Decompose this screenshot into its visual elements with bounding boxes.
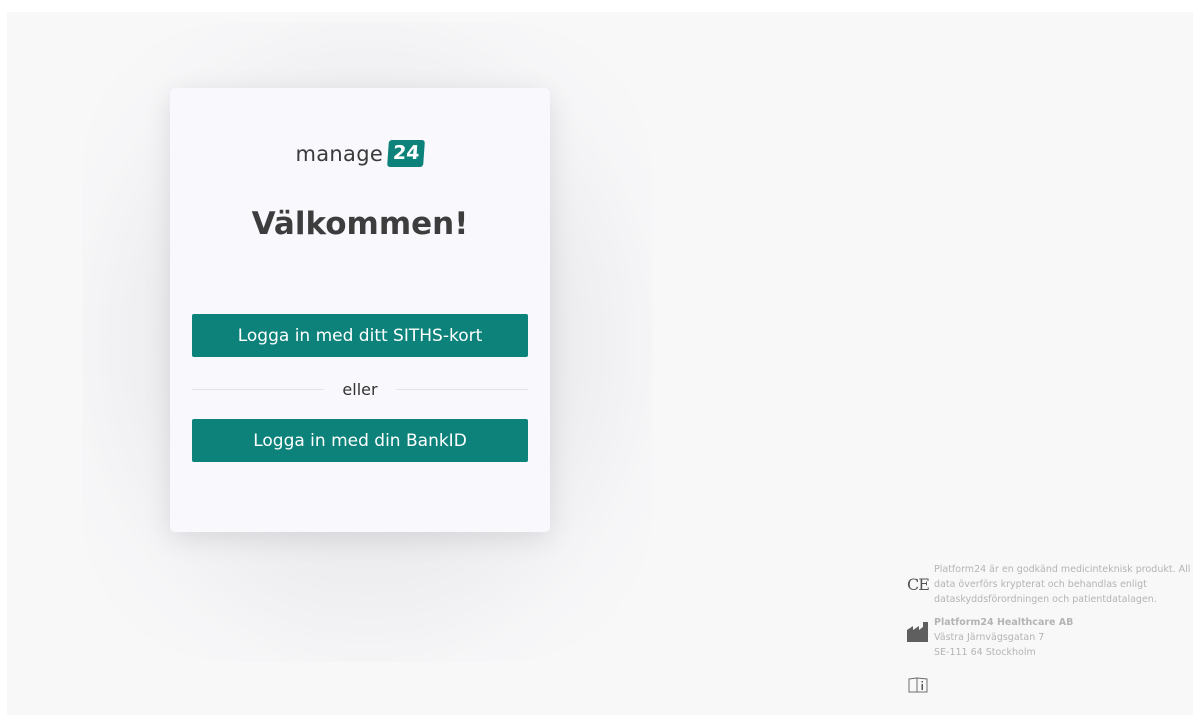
manufacturer-info: Platform24 Healthcare AB Västra Järnvägs… [902,615,1193,660]
street-address: Västra Järnvägsgatan 7 [934,632,1045,643]
manage24-logo: manage 24 [170,140,550,167]
divider-line-right [395,388,528,390]
divider-text: eller [342,379,378,399]
manufacturer-address: Platform24 Healthcare AB Västra Järnvägs… [934,615,1193,660]
page-title: Välkommen! [251,206,469,242]
siths-login-button[interactable]: Logga in med ditt SITHS-kort [192,314,528,357]
ce-text: Platform24 är en godkänd medicinteknisk … [934,564,1191,605]
logo-badge: 24 [387,140,426,167]
logo-text: manage [295,141,384,166]
bankid-login-button[interactable]: Logga in med din BankID [192,419,528,462]
instructions-info [902,668,1193,702]
login-page: manage 24 Välkommen! Logga in med ditt S… [0,0,1193,718]
login-card: manage 24 Välkommen! Logga in med ditt S… [170,88,550,532]
instructions-icon[interactable] [902,668,934,702]
divider: eller [192,378,528,400]
ce-info: CE Platform24 är en godkänd medicintekni… [902,562,1193,607]
regulatory-footer: CE Platform24 är en godkänd medicintekni… [902,562,1193,710]
ce-mark-icon: CE [907,574,930,594]
city-address: SE-111 64 Stockholm [934,647,1036,658]
divider-line-left [192,388,325,390]
manufacturer-icon [902,615,934,649]
company-name: Platform24 Healthcare AB [934,617,1074,628]
